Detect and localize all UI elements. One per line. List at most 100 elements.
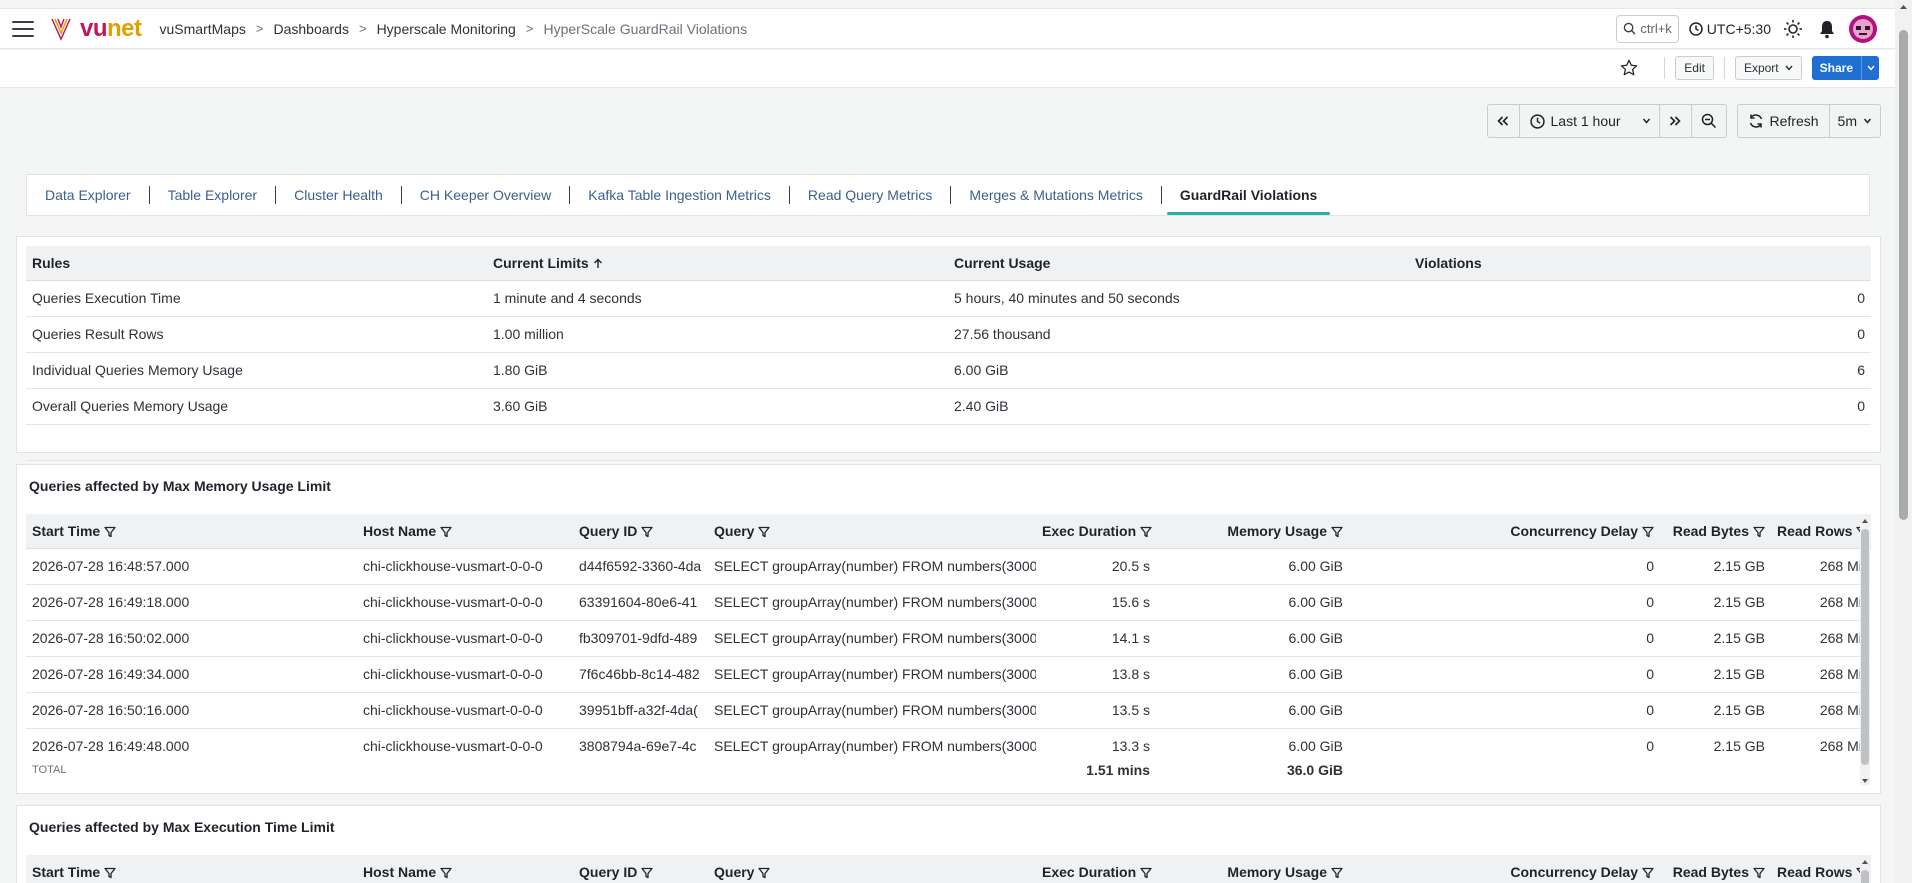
breadcrumb: vuSmartMaps > Dashboards > Hyperscale Mo… <box>160 21 748 37</box>
column-header-concurrency-delay[interactable]: Concurrency Delay <box>1349 855 1660 883</box>
tab-guardrail-violations[interactable]: GuardRail Violations <box>1162 174 1335 216</box>
table-scrollbar[interactable] <box>1860 517 1870 785</box>
current-usage: 6.00 GiB <box>948 352 1409 389</box>
column-header-query-id[interactable]: Query ID <box>573 514 708 549</box>
timezone-selector[interactable]: UTC+5:30 <box>1689 21 1771 37</box>
filter-icon[interactable] <box>1331 867 1343 879</box>
tab-table-explorer[interactable]: Table Explorer <box>150 174 276 216</box>
tab-kafka-table-ingestion-metrics[interactable]: Kafka Table Ingestion Metrics <box>570 174 789 216</box>
scrollbar-thumb[interactable] <box>1861 529 1869 765</box>
column-header-query[interactable]: Query <box>708 855 1036 883</box>
column-header-violations[interactable]: Violations <box>1409 246 1871 281</box>
page-scrollbar-thumb[interactable] <box>1899 30 1908 520</box>
global-search-button[interactable]: ctrl+k <box>1616 14 1679 43</box>
clock-icon <box>1529 113 1545 129</box>
column-header-read-bytes[interactable]: Read Bytes <box>1660 855 1771 883</box>
share-dropdown-button[interactable] <box>1861 56 1879 80</box>
theme-toggle-button[interactable] <box>1781 17 1805 41</box>
filter-icon[interactable] <box>641 526 654 538</box>
filter-icon[interactable] <box>1331 526 1343 538</box>
column-header-read-rows[interactable]: Read Rows <box>1771 514 1871 549</box>
tab-read-query-metrics[interactable]: Read Query Metrics <box>790 174 950 216</box>
column-header-exec-duration[interactable]: Exec Duration <box>1036 855 1156 883</box>
share-button[interactable]: Share <box>1811 56 1861 80</box>
filter-icon[interactable] <box>440 867 452 879</box>
zoom-out-button[interactable] <box>1692 105 1726 137</box>
scroll-up-icon[interactable] <box>1860 517 1870 525</box>
filter-icon[interactable] <box>104 867 116 879</box>
cell-start-time: 2026-07-28 16:50:02.000 <box>26 620 357 657</box>
scroll-down-icon[interactable] <box>1860 777 1870 785</box>
table-row[interactable]: 2026-07-28 16:50:16.000 chi-clickhouse-vu… <box>26 692 1871 729</box>
column-header-query[interactable]: Query <box>708 514 1036 549</box>
column-header-exec-duration[interactable]: Exec Duration <box>1036 514 1156 549</box>
tab-data-explorer[interactable]: Data Explorer <box>45 174 149 216</box>
breadcrumb-vusmartmaps[interactable]: vuSmartMaps <box>160 21 246 37</box>
search-icon <box>1624 22 1636 35</box>
filter-icon[interactable] <box>1753 867 1765 879</box>
favorite-button[interactable] <box>1618 57 1640 79</box>
column-header-query-id[interactable]: Query ID <box>573 855 708 883</box>
column-header-host-name[interactable]: Host Name <box>357 514 573 549</box>
table-row[interactable]: 2026-07-28 16:49:18.000 chi-clickhouse-vu… <box>26 584 1871 621</box>
table-row[interactable]: 2026-07-28 16:49:34.000 chi-clickhouse-vu… <box>26 656 1871 693</box>
refresh-interval-dropdown[interactable]: 5m <box>1830 105 1880 137</box>
cell-exec-duration: 14.1 s <box>1036 620 1156 657</box>
violations-count: 0 <box>1409 316 1871 353</box>
cell-query-text: SELECT groupArray(number) FROM numbers(3… <box>708 620 1036 657</box>
memory-limit-panel: Queries affected by Max Memory Usage Lim… <box>16 464 1881 794</box>
chevron-down-icon <box>1785 65 1793 71</box>
column-header-host-name[interactable]: Host Name <box>357 855 573 883</box>
tab-cluster-health[interactable]: Cluster Health <box>276 174 401 216</box>
tab-merges-mutations-metrics[interactable]: Merges & Mutations Metrics <box>951 174 1161 216</box>
column-header-concurrency-delay[interactable]: Concurrency Delay <box>1349 514 1660 549</box>
filter-icon[interactable] <box>1140 867 1152 879</box>
filter-icon[interactable] <box>440 526 452 538</box>
table-scrollbar[interactable] <box>1860 858 1870 883</box>
time-shift-back-button[interactable] <box>1488 105 1520 137</box>
filter-icon[interactable] <box>1140 526 1152 538</box>
breadcrumb-hyperscale-monitoring[interactable]: Hyperscale Monitoring <box>377 21 516 37</box>
filter-icon[interactable] <box>758 867 771 879</box>
dashboard-tabs: Data Explorer Table Explorer Cluster Hea… <box>26 174 1870 216</box>
user-avatar[interactable] <box>1849 14 1877 43</box>
column-header-start-time[interactable]: Start Time <box>26 855 357 883</box>
column-header-current-usage[interactable]: Current Usage <box>948 246 1409 281</box>
column-header-start-time[interactable]: Start Time <box>26 514 357 549</box>
filter-icon[interactable] <box>641 867 654 879</box>
breadcrumb-dashboards[interactable]: Dashboards <box>273 21 349 37</box>
table-row[interactable]: 2026-07-28 16:48:57.000 chi-clickhouse-vu… <box>26 548 1871 585</box>
total-row: TOTAL 1.51 mins 36.0 GiB <box>26 757 1871 783</box>
column-header-rules[interactable]: Rules <box>26 246 487 281</box>
share-button-group[interactable]: Share <box>1811 56 1879 80</box>
edit-button[interactable]: Edit <box>1675 56 1714 80</box>
column-header-read-bytes[interactable]: Read Bytes <box>1660 514 1771 549</box>
time-shift-forward-button[interactable] <box>1660 105 1692 137</box>
cell-query-id: 7f6c46bb-8c14-482 <box>573 656 708 693</box>
tab-ch-keeper-overview[interactable]: CH Keeper Overview <box>402 174 570 216</box>
column-header-current-limits[interactable]: Current Limits <box>487 246 948 281</box>
column-header-memory-usage[interactable]: Memory Usage <box>1156 514 1349 549</box>
hamburger-menu-icon[interactable] <box>12 20 34 37</box>
filter-icon[interactable] <box>1642 526 1654 538</box>
filter-icon[interactable] <box>1753 526 1765 538</box>
cell-read-rows: 268 Mil <box>1771 692 1871 729</box>
cell-read-bytes: 2.15 GB <box>1660 620 1771 657</box>
refresh-button[interactable]: Refresh <box>1738 105 1830 137</box>
scroll-up-icon[interactable] <box>1860 858 1870 866</box>
scroll-up-icon[interactable] <box>1895 2 1912 12</box>
cell-start-time: 2026-07-28 16:50:16.000 <box>26 692 357 729</box>
column-header-memory-usage[interactable]: Memory Usage <box>1156 855 1349 883</box>
time-range-picker[interactable]: Last 1 hour <box>1520 105 1660 137</box>
table-row[interactable]: 2026-07-28 16:50:02.000 chi-clickhouse-vu… <box>26 620 1871 657</box>
column-header-read-rows[interactable]: Read Rows <box>1771 855 1871 883</box>
export-button[interactable]: Export <box>1734 56 1802 80</box>
vunet-logo[interactable]: vunet <box>50 15 142 43</box>
filter-icon[interactable] <box>758 526 771 538</box>
page-scrollbar[interactable] <box>1895 0 1912 883</box>
filter-icon[interactable] <box>1642 867 1654 879</box>
scrollbar-thumb[interactable] <box>1861 870 1869 883</box>
filter-icon[interactable] <box>104 526 116 538</box>
violations-count: 0 <box>1409 280 1871 317</box>
notifications-button[interactable] <box>1815 17 1839 41</box>
